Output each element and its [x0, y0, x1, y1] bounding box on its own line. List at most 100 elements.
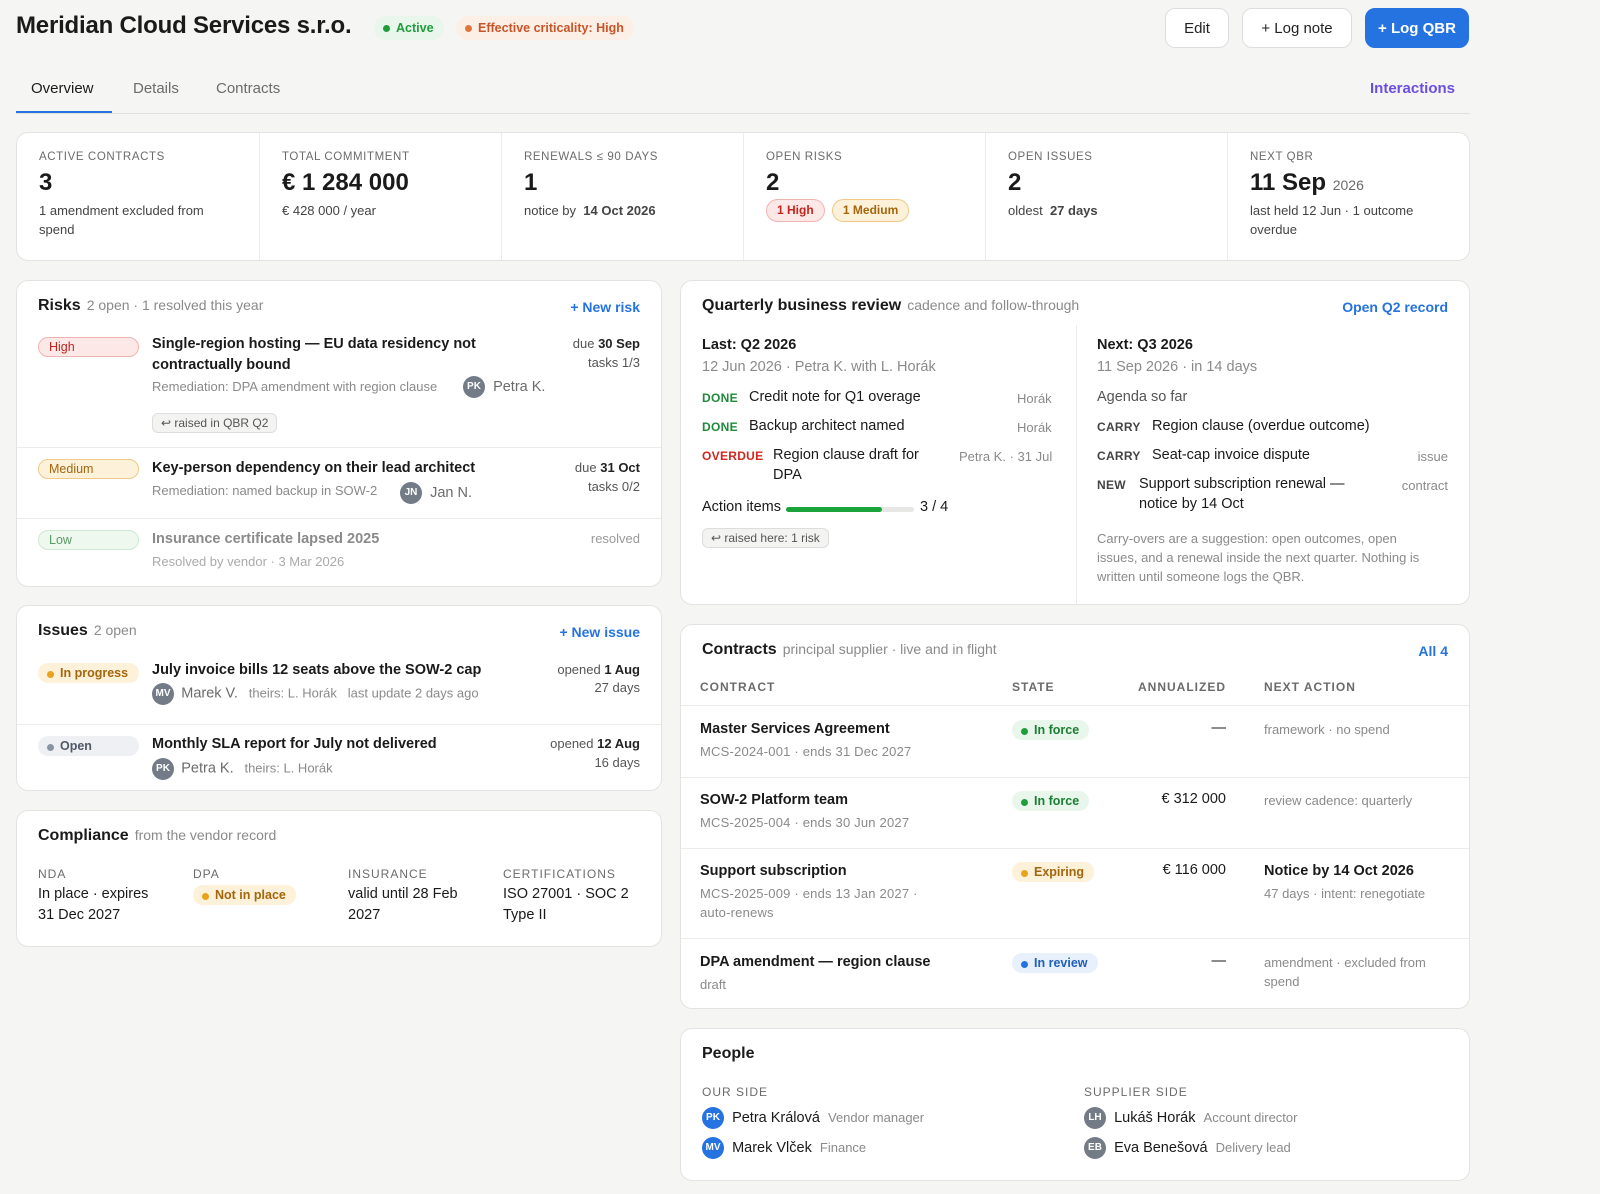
avatar: MV [702, 1137, 724, 1159]
issue-theirs: theirs: L. Horák [244, 760, 333, 776]
agenda-text: Support subscription renewal — [1139, 476, 1345, 492]
edit-button[interactable]: Edit [1165, 8, 1229, 48]
agenda-tag: CARRY [1097, 420, 1141, 434]
compliance-card: Compliance from the vendor record NDA In … [16, 810, 662, 947]
carry-over-note: Carry-overs are a suggestion: open outco… [1097, 531, 1397, 546]
contract-name: Master Services Agreement [700, 721, 890, 737]
contracts-card: Contracts principal supplier · live and i… [680, 624, 1470, 1009]
owner-name: Petra K. [181, 760, 234, 777]
risk-status: resolved [590, 531, 640, 546]
opened-date: 1 Aug [604, 662, 640, 677]
people-title: People [702, 1045, 755, 1062]
new-issue-button[interactable]: + New issue [559, 624, 640, 640]
owner-name: Marek V. [181, 685, 238, 702]
risks-card: Risks 2 open · 1 resolved this year + New… [16, 280, 662, 587]
contract-row[interactable]: DPA amendment — region clause draft In r… [681, 938, 1469, 1009]
contract-amount: € 116 000 [1162, 862, 1226, 878]
kpi-sub: last held 12 Jun · 1 outcome overdue [1250, 203, 1414, 237]
risk-row-resolved[interactable]: Low Insurance certificate lapsed 2025 Re… [17, 518, 661, 588]
contract-next-action: review cadence: quarterly [1264, 793, 1413, 808]
risk-row[interactable]: Medium Key-person dependency on their le… [17, 447, 661, 518]
risk-row[interactable]: High Single-region hosting — EU data res… [17, 331, 661, 447]
section-subtitle: principal supplier · live and in flight [782, 641, 997, 657]
contract-state-label: In review [1034, 956, 1088, 970]
kpi-sub-bold: 14 Oct 2026 [583, 203, 656, 218]
last-qbr-title: Last: Q2 2026 [702, 337, 797, 353]
agenda-text: Region clause (overdue outcome) [1152, 418, 1370, 434]
person-role: Delivery lead [1215, 1139, 1291, 1155]
issue-title: Monthly SLA report for July not delivere… [152, 736, 437, 752]
contract-next-action: 47 days · intent: renegotiate [1264, 886, 1426, 901]
kpi-next-qbr: NEXT QBR 11 Sep 2026 last held 12 Jun · … [1227, 133, 1471, 260]
action-items-label: Action items [702, 499, 781, 515]
risk-owner: PK Petra K. [463, 376, 545, 398]
issues-card: Issues 2 open + New issue In progress Jul… [16, 605, 662, 791]
nda-label: NDA [38, 867, 67, 881]
issue-status-badge: Open [38, 736, 139, 756]
outcome-tag: DONE [702, 391, 738, 405]
qbr-origin-chip[interactable]: ↩ raised in QBR Q2 [152, 413, 278, 433]
issue-title: July invoice bills 12 seats above the SO… [152, 662, 482, 678]
section-heading: Issues [38, 622, 88, 639]
contract-row[interactable]: SOW-2 Platform team MCS-2025-004 · ends … [681, 777, 1469, 848]
issue-row[interactable]: Open Monthly SLA report for July not del… [17, 724, 661, 792]
risk-title: Key-person dependency on their lead arch… [152, 460, 476, 476]
kpi-value-year: 2026 [1332, 177, 1364, 193]
person[interactable]: MV Marek Vlček Finance [702, 1137, 866, 1159]
certifications-value: ISO 27001 · SOC 2 [503, 886, 629, 902]
tab-details[interactable]: Details [133, 80, 179, 97]
due-prefix: due [572, 336, 595, 351]
all-contracts-link[interactable]: All 4 [1418, 643, 1448, 659]
person-name: Lukáš Horák [1114, 1109, 1196, 1126]
opened-prefix: opened [557, 662, 601, 677]
certifications-value-continued: Type II [503, 907, 547, 923]
outcome-text-continued: DPA [773, 467, 802, 483]
contract-state-label: In force [1034, 723, 1080, 737]
risk-level-badge: Low [38, 530, 139, 550]
kpi-renewals: RENEWALS ≤ 90 DAYS 1 notice by 14 Oct 20… [501, 133, 743, 260]
insurance-value-continued: 2027 [348, 907, 381, 923]
risk-title: Single-region hosting — EU data residenc… [152, 336, 476, 352]
log-note-button[interactable]: + Log note [1242, 8, 1352, 48]
kpi-active-contracts: ACTIVE CONTRACTS 3 1 amendment excluded … [17, 133, 259, 260]
issue-row[interactable]: In progress July invoice bills 12 seats … [17, 652, 661, 724]
opened-prefix: opened [550, 736, 594, 751]
person-name: Marek Vlček [732, 1139, 812, 1156]
carry-over-note-continued: issues, and a renewal inside the next qu… [1097, 550, 1420, 565]
log-qbr-button[interactable]: + Log QBR [1365, 8, 1469, 48]
contract-state-badge: In force [1012, 720, 1090, 740]
issue-age: 16 days [594, 755, 640, 770]
our-side-label: OUR SIDE [702, 1085, 769, 1099]
carry-over-note-end: written until someone logs the QBR. [1097, 569, 1305, 584]
kpi-value: 2 [1008, 169, 1022, 196]
contract-row[interactable]: Master Services Agreement MCS-2024-001 ·… [681, 705, 1469, 777]
qbr-column-divider [1076, 325, 1077, 605]
risk-title-continued: contractually bound [152, 357, 291, 373]
kpi-open-risks: OPEN RISKS 2 1 High 1 Medium [743, 133, 985, 260]
tab-overview[interactable]: Overview [31, 80, 94, 97]
owner-name: Jan N. [430, 484, 472, 501]
contract-state-badge: In force [1012, 791, 1090, 811]
agenda-kind: issue [1417, 449, 1448, 464]
section-subtitle: 2 open [93, 622, 137, 638]
contract-row[interactable]: Support subscription MCS-2025-009 · ends… [681, 848, 1469, 938]
tab-interactions[interactable]: Interactions [1370, 80, 1455, 97]
agenda-tag: CARRY [1097, 449, 1141, 463]
risk-remediation: Remediation: named backup in SOW-2 [152, 483, 378, 498]
person[interactable]: LH Lukáš Horák Account director [1084, 1107, 1297, 1129]
person[interactable]: PK Petra Králová Vendor manager [702, 1107, 924, 1129]
insurance-label: INSURANCE [348, 867, 428, 881]
open-q2-record-link[interactable]: Open Q2 record [1342, 299, 1448, 315]
tab-contracts[interactable]: Contracts [216, 80, 280, 97]
kpi-label: RENEWALS ≤ 90 DAYS [524, 151, 659, 163]
new-risk-button[interactable]: + New risk [570, 299, 640, 315]
outcome-tag: DONE [702, 420, 738, 434]
person[interactable]: EB Eva Benešová Delivery lead [1084, 1137, 1291, 1159]
certifications-label: CERTIFICATIONS [503, 867, 616, 881]
kpi-label: TOTAL COMMITMENT [282, 151, 410, 163]
raised-here-chip[interactable]: ↩ raised here: 1 risk [702, 528, 829, 548]
contract-state-badge: In review [1012, 953, 1098, 973]
contract-next-action-bold: Notice by 14 Oct 2026 [1264, 863, 1414, 879]
opened-date: 12 Aug [597, 736, 640, 751]
person-name: Eva Benešová [1114, 1139, 1208, 1156]
